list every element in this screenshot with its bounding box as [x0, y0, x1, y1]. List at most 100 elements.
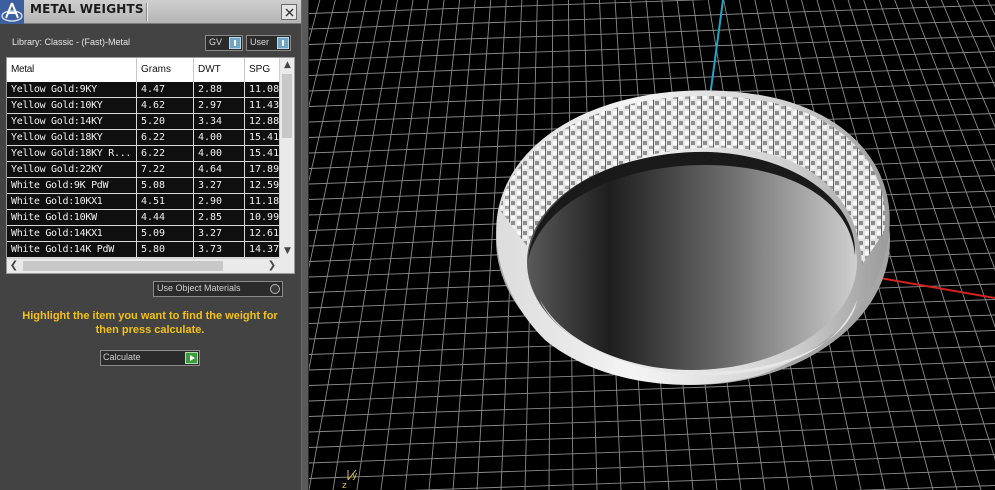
- table-header: Metal Grams DWT SPG: [7, 58, 279, 82]
- spg-cell: 15.41: [249, 132, 279, 143]
- spg-cell: 12.59: [249, 180, 279, 191]
- spg-cell: 12.88: [249, 116, 279, 127]
- table-row[interactable]: White Gold:9K PdW 5.08 3.27 12.59: [7, 178, 279, 194]
- spg-cell: 14.37: [249, 244, 279, 255]
- axis-gizmo: z y: [342, 469, 358, 490]
- table-row[interactable]: Yellow Gold:10KY 4.62 2.97 11.43: [7, 98, 279, 114]
- grid-line: [938, 0, 995, 490]
- toggle-icon: [277, 37, 289, 49]
- y-axis-label: y: [352, 471, 358, 481]
- metal-table: Metal Grams DWT SPG Yellow Gold:9KY 4.47 2…: [6, 57, 295, 274]
- user-toggle[interactable]: User: [246, 35, 291, 51]
- scroll-left-icon[interactable]: ❮: [7, 259, 21, 274]
- metal-cell: Yellow Gold:18KY R...: [7, 146, 137, 162]
- dwt-cell: 3.34: [194, 114, 245, 130]
- grams-cell: 5.80: [137, 242, 194, 258]
- grid-line: [918, 0, 995, 490]
- calculate-label: Calculate: [103, 352, 141, 362]
- scroll-up-icon[interactable]: ▲: [280, 58, 295, 72]
- grams-cell: 7.22: [137, 162, 194, 178]
- calculate-button[interactable]: Calculate: [100, 350, 200, 366]
- dwt-cell: 2.85: [194, 210, 245, 226]
- use-object-materials-label: Use Object Materials: [157, 283, 241, 293]
- vertical-scrollbar[interactable]: ▲ ▼: [279, 58, 294, 258]
- column-header-spg[interactable]: SPG: [245, 58, 279, 82]
- grid-line: [380, 0, 445, 490]
- grams-cell: 4.51: [137, 194, 194, 210]
- grid-line: [908, 0, 995, 490]
- grams-cell: 4.47: [137, 82, 194, 98]
- table-row[interactable]: Yellow Gold:18KY R... 6.22 4.00 15.41: [7, 146, 279, 162]
- dwt-cell: 3.73: [194, 242, 245, 258]
- title-divider: [146, 3, 148, 21]
- play-arrow-icon: [185, 352, 198, 364]
- column-header-grams[interactable]: Grams: [137, 58, 194, 82]
- grams-cell: 5.08: [137, 178, 194, 194]
- instructions-text: Highlight the item you want to find the …: [22, 310, 278, 336]
- metal-weights-panel: METAL WEIGHTS Library: Classic - (Fast)-…: [0, 0, 301, 490]
- table-row[interactable]: Yellow Gold:22KY 7.22 4.64 17.89: [7, 162, 279, 178]
- grid-line: [309, 407, 995, 433]
- grid-line: [309, 392, 995, 417]
- vertical-scroll-thumb[interactable]: [282, 74, 292, 138]
- panel-splitter[interactable]: [301, 0, 309, 490]
- grid-line: [309, 20, 995, 45]
- spg-cell: 17.89: [249, 164, 279, 175]
- table-row[interactable]: White Gold:10KW 4.44 2.85 10.99: [7, 210, 279, 226]
- grid-line: [309, 51, 995, 76]
- horizontal-scroll-thumb[interactable]: [23, 261, 223, 271]
- metal-cell: White Gold:10KW: [7, 210, 137, 226]
- metal-cell: Yellow Gold:10KY: [7, 98, 137, 114]
- scroll-right-icon[interactable]: ❯: [265, 259, 279, 274]
- ring-model[interactable]: [496, 90, 890, 385]
- table-row[interactable]: Yellow Gold:9KY 4.47 2.88 11.08: [7, 82, 279, 98]
- metal-cell: Yellow Gold:14KY: [7, 114, 137, 130]
- metal-cell: Yellow Gold:18KY: [7, 130, 137, 146]
- 3d-viewport[interactable]: z y: [309, 0, 995, 490]
- dwt-cell: 3.27: [194, 226, 245, 242]
- dwt-cell: 2.88: [194, 82, 245, 98]
- spg-cell: 12.61: [249, 228, 279, 239]
- dwt-cell: 4.00: [194, 146, 245, 162]
- grams-cell: 4.62: [137, 98, 194, 114]
- close-button[interactable]: [281, 4, 297, 20]
- spg-cell: 15.41: [249, 148, 279, 159]
- panel-titlebar[interactable]: METAL WEIGHTS: [0, 0, 301, 24]
- radio-icon[interactable]: [270, 284, 280, 294]
- grid-line: [309, 438, 995, 464]
- spg-cell: 11.18: [249, 196, 279, 207]
- grid-line: [309, 66, 995, 92]
- table-row[interactable]: White Gold:14K PdW 5.80 3.73 14.37: [7, 242, 279, 258]
- dwt-cell: 2.90: [194, 194, 245, 210]
- metal-cell: Yellow Gold:9KY: [7, 82, 137, 98]
- metal-cell: White Gold:10KX1: [7, 194, 137, 210]
- table-row[interactable]: Yellow Gold:18KY 6.22 4.00 15.41: [7, 130, 279, 146]
- panel-title: METAL WEIGHTS: [30, 2, 144, 16]
- table-row[interactable]: White Gold:14KX1 5.09 3.27 12.61: [7, 226, 279, 242]
- spg-cell: 10.99: [249, 212, 279, 223]
- grid-line: [428, 0, 476, 490]
- use-object-materials-option[interactable]: Use Object Materials: [153, 281, 283, 297]
- gv-toggle-label: GV: [209, 37, 223, 47]
- metal-table-body: Metal Grams DWT SPG Yellow Gold:9KY 4.47 2…: [7, 58, 279, 258]
- dwt-cell: 4.00: [194, 130, 245, 146]
- grid-line: [332, 0, 414, 490]
- spg-cell: 11.08: [249, 84, 279, 95]
- column-header-metal[interactable]: Metal: [7, 58, 137, 82]
- dwt-cell: 4.64: [194, 162, 245, 178]
- scroll-down-icon[interactable]: ▼: [280, 244, 295, 258]
- viewport-canvas[interactable]: z y: [309, 0, 995, 490]
- grid-line: [309, 35, 995, 61]
- grams-cell: 6.22: [137, 130, 194, 146]
- metal-cell: Yellow Gold:22KY: [7, 162, 137, 178]
- horizontal-scrollbar[interactable]: ❮ ❯: [7, 258, 279, 273]
- gv-toggle[interactable]: GV: [205, 35, 243, 51]
- close-icon: [285, 8, 294, 17]
- column-header-dwt[interactable]: DWT: [194, 58, 245, 82]
- grams-cell: 5.09: [137, 226, 194, 242]
- spg-cell: 11.43: [249, 100, 279, 111]
- table-row[interactable]: White Gold:10KX1 4.51 2.90 11.18: [7, 194, 279, 210]
- grid-line: [410, 469, 995, 490]
- table-row[interactable]: Yellow Gold:14KY 5.20 3.34 12.88: [7, 114, 279, 130]
- scroll-corner: [279, 258, 294, 273]
